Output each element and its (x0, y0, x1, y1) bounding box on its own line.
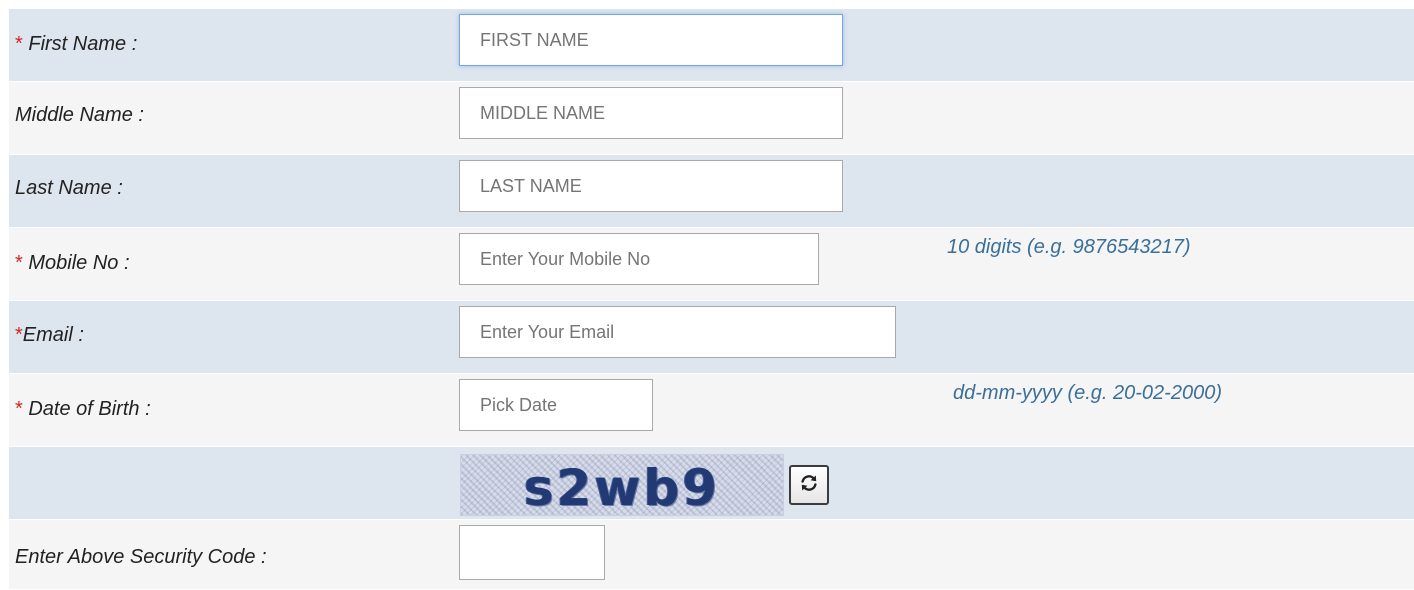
dob-row: * Date of Birth : dd-mm-yyyy (e.g. 20-02… (9, 373, 1414, 446)
email-input[interactable] (459, 306, 896, 358)
registration-form: * First Name : Middle Name : Last Name :… (9, 8, 1414, 589)
captcha-refresh-button[interactable] (789, 465, 829, 505)
refresh-icon (799, 473, 819, 498)
email-label: *Email : (15, 324, 84, 346)
security-code-input[interactable] (459, 525, 605, 580)
captcha-code: s2wb9 (523, 459, 721, 516)
dob-input[interactable] (459, 379, 653, 431)
first-name-row: * First Name : (9, 8, 1414, 81)
mobile-row: * Mobile No : 10 digits (e.g. 9876543217… (9, 227, 1414, 300)
security-code-row: Enter Above Security Code : (9, 519, 1414, 589)
first-name-label: * First Name : (15, 33, 138, 55)
security-code-label: Enter Above Security Code : (15, 546, 267, 568)
first-name-input[interactable] (459, 14, 843, 66)
mobile-label: * Mobile No : (15, 252, 130, 274)
last-name-label: Last Name : (15, 177, 123, 199)
mobile-input[interactable] (459, 233, 819, 285)
middle-name-input[interactable] (459, 87, 843, 139)
mobile-hint: 10 digits (e.g. 9876543217) (947, 236, 1191, 258)
last-name-row: Last Name : (9, 154, 1414, 227)
email-row: *Email : (9, 300, 1414, 373)
captcha-row: s2wb9 (9, 446, 1414, 519)
captcha-image: s2wb9 (460, 454, 784, 516)
last-name-input[interactable] (459, 160, 843, 212)
dob-label: * Date of Birth : (15, 398, 151, 420)
dob-hint: dd-mm-yyyy (e.g. 20-02-2000) (953, 382, 1222, 404)
middle-name-row: Middle Name : (9, 81, 1414, 154)
required-mark: * (15, 33, 23, 55)
middle-name-label: Middle Name : (15, 104, 144, 126)
